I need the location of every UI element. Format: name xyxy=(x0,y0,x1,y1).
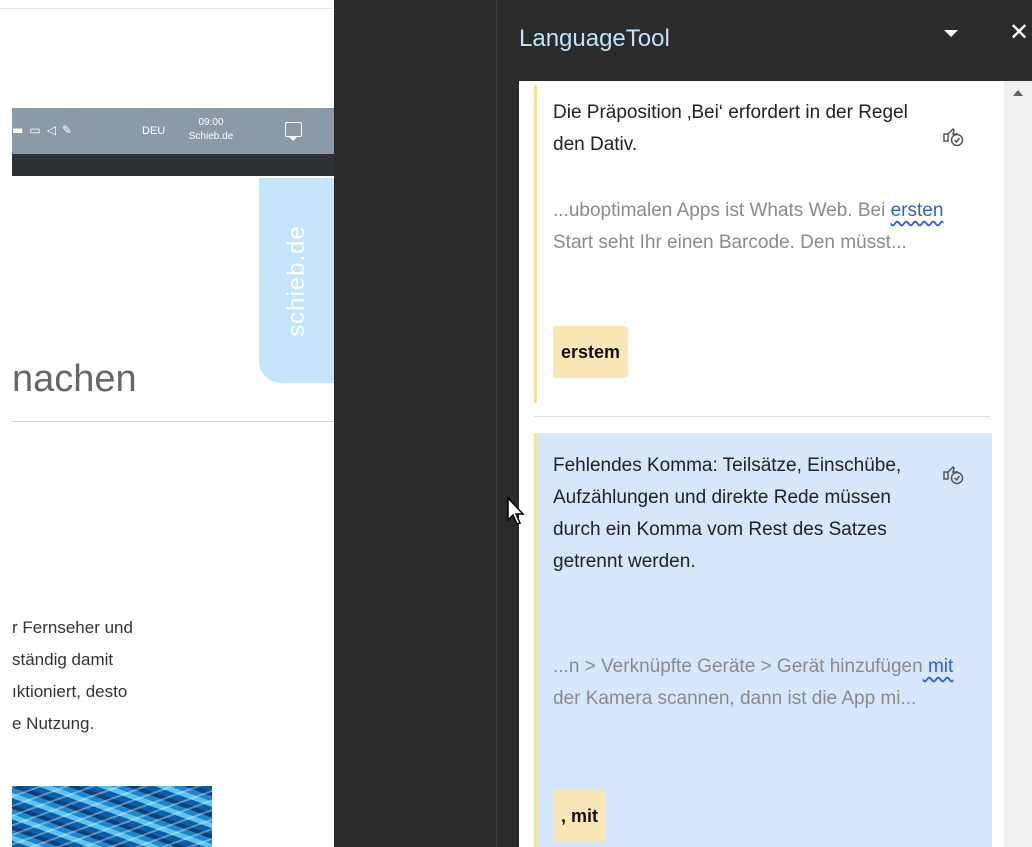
paragraph-line: ıktioniert, desto xyxy=(12,682,128,701)
side-tab-label: schieb.de xyxy=(282,224,310,337)
match-card[interactable]: Die Präposition ‚Bei‘ erfordert in der R… xyxy=(534,85,992,403)
context-before: ...n > Verknüpfte Geräte > Gerät hinzufü… xyxy=(553,656,923,677)
taskbar-clock: 09:00 Schieb.de xyxy=(182,116,240,144)
volume-icon: ◁ xyxy=(46,123,56,137)
chevron-down-icon[interactable] xyxy=(944,30,958,37)
scroll-up-icon[interactable] xyxy=(1013,90,1023,96)
article-image xyxy=(12,786,212,847)
notification-icon xyxy=(285,122,302,141)
match-card[interactable]: Fehlendes Komma: Teilsätze, Einschübe, A… xyxy=(534,433,992,847)
context-error-word[interactable]: ersten xyxy=(891,200,944,221)
taskbar-time: 09:00 xyxy=(198,117,224,128)
network-icon: ▭ xyxy=(29,123,41,137)
match-context: ...uboptimalen Apps ist Whats Web. Bei e… xyxy=(553,195,983,259)
document-heading: nachen xyxy=(12,358,137,400)
tray-icons: ▬ ▭ ◁ ✎ xyxy=(12,123,78,137)
matches-panel: Die Präposition ‚Bei‘ erfordert in der R… xyxy=(519,81,1004,847)
paragraph-line: ständig damit xyxy=(12,650,114,669)
mouse-cursor-icon xyxy=(507,496,525,525)
ignore-rule-icon[interactable] xyxy=(941,462,965,486)
close-icon[interactable]: ✕ xyxy=(1009,18,1029,46)
match-message: Fehlendes Komma: Teilsätze, Einschübe, A… xyxy=(553,455,902,572)
battery-icon: ▬ xyxy=(12,123,24,137)
site-side-tab: schieb.de xyxy=(259,178,334,383)
scrollbar[interactable] xyxy=(1004,81,1032,847)
pane-divider[interactable] xyxy=(496,0,497,847)
pane-title: LanguageTool xyxy=(519,25,670,52)
document-area: ▬ ▭ ◁ ✎ DEU 09:00 Schieb.de schieb.de nache… xyxy=(0,0,334,847)
ignore-rule-icon[interactable] xyxy=(941,124,965,148)
divider xyxy=(0,8,334,9)
taskbar-screenshot: ▬ ▭ ◁ ✎ DEU 09:00 Schieb.de xyxy=(12,108,334,154)
context-after: der Kamera scannen, dann ist die App mi.… xyxy=(553,688,917,709)
suggestion-button[interactable]: erstem xyxy=(553,326,629,378)
context-before: ...uboptimalen Apps ist Whats Web. Bei xyxy=(553,200,891,221)
paragraph-line: e Nutzung. xyxy=(12,714,95,733)
context-after: Start seht Ihr einen Barcode. Den müsst.… xyxy=(553,232,907,253)
heading-underline xyxy=(12,421,334,422)
paragraph-line: r Fernseher und xyxy=(12,618,133,637)
context-error-word[interactable]: mit xyxy=(923,656,953,677)
pen-icon: ✎ xyxy=(61,123,72,137)
match-message: Die Präposition ‚Bei‘ erfordert in der R… xyxy=(553,102,908,155)
taskbar-shadow xyxy=(12,154,334,176)
taskbar-site: Schieb.de xyxy=(188,131,234,142)
match-context: ...n > Verknüpfte Geräte > Gerät hinzufü… xyxy=(553,651,983,715)
document-paragraph: r Fernseher und ständig damit ıktioniert… xyxy=(12,612,133,740)
taskbar-language: DEU xyxy=(142,125,166,137)
suggestion-button[interactable]: , mit xyxy=(553,790,607,842)
card-separator xyxy=(534,416,990,417)
